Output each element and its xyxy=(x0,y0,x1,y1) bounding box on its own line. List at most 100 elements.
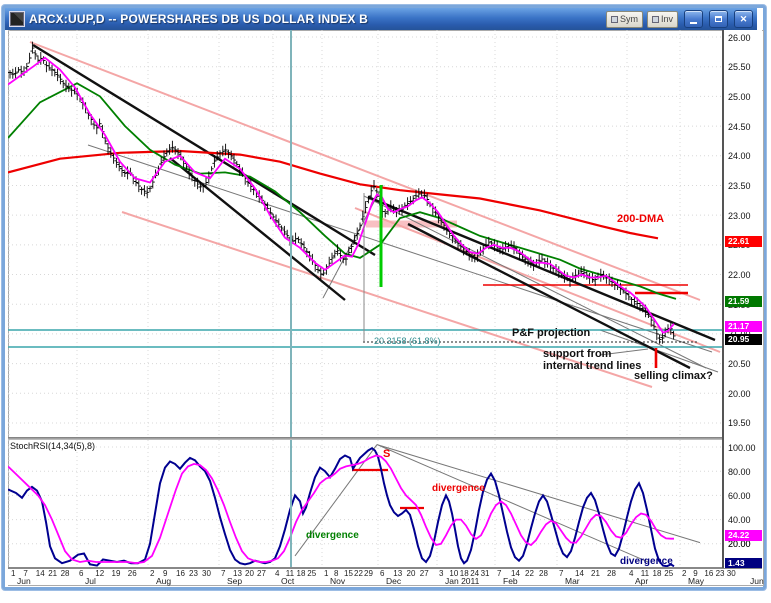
month-label: Oct xyxy=(281,576,294,586)
window-title: ARCX:UUP,D -- POWERSHARES DB US DOLLAR I… xyxy=(29,12,602,26)
date-tick: 25 xyxy=(664,569,673,578)
month-label: Feb xyxy=(503,576,518,586)
price-pill: 21.59 xyxy=(725,296,762,307)
date-tick: 28 xyxy=(539,569,548,578)
axis-tick-label: 20.50 xyxy=(728,359,751,369)
price-pill: 22.61 xyxy=(725,236,762,247)
date-tick: 27 xyxy=(420,569,429,578)
annotation-divergence: divergence xyxy=(306,531,359,542)
month-label: Jun xyxy=(750,576,764,586)
date-tick: 30 xyxy=(202,569,211,578)
month-label: Nov xyxy=(330,576,345,586)
price-pill: 24.22 xyxy=(725,530,762,541)
date-tick: 26 xyxy=(128,569,137,578)
month-label: Sep xyxy=(227,576,242,586)
axis-tick-label: 24.50 xyxy=(728,122,751,132)
date-tick: 7 xyxy=(559,569,563,578)
maximize-button[interactable] xyxy=(709,10,728,28)
month-label: May xyxy=(688,576,704,586)
minimize-icon xyxy=(690,22,697,24)
date-tick: 2 xyxy=(682,569,686,578)
date-tick: 19 xyxy=(112,569,121,578)
date-tick: 22 xyxy=(354,569,363,578)
annotation-s: S xyxy=(383,449,390,461)
inv-button-icon xyxy=(652,16,659,23)
date-tick: 16 xyxy=(176,569,185,578)
month-label: Jan 2011 xyxy=(445,576,479,586)
main-chart-svg[interactable] xyxy=(8,30,722,437)
month-label: Aug xyxy=(156,576,171,586)
axis-tick-label: 40.00 xyxy=(728,515,751,525)
date-tick: 7 xyxy=(497,569,501,578)
date-tick: 21 xyxy=(591,569,600,578)
axis-tick-label: 23.50 xyxy=(728,181,751,191)
inv-button-label: Inv xyxy=(661,14,673,24)
date-tick: 4 xyxy=(629,569,633,578)
app-root: ARCX:UUP,D -- POWERSHARES DB US DOLLAR I… xyxy=(0,0,771,603)
date-tick: 1 xyxy=(324,569,328,578)
date-tick: 23 xyxy=(716,569,725,578)
date-tick: 29 xyxy=(364,569,373,578)
sym-button-label: Sym xyxy=(620,14,638,24)
date-tick: 1 xyxy=(11,569,15,578)
axis-tick-label: 20.00 xyxy=(728,389,751,399)
date-tick: 3 xyxy=(439,569,443,578)
sym-button[interactable]: Sym xyxy=(606,11,643,28)
main-price-plot[interactable] xyxy=(8,30,722,437)
maximize-icon xyxy=(715,16,722,22)
month-label: Dec xyxy=(386,576,401,586)
window-chart-icon xyxy=(9,11,25,27)
price-axis: 26.0025.5025.0024.5024.0023.5023.0022.50… xyxy=(722,30,762,568)
date-tick: 18 xyxy=(653,569,662,578)
date-tick: 20 xyxy=(245,569,254,578)
stochrsi-plot[interactable] xyxy=(8,440,722,568)
date-tick: 4 xyxy=(275,569,279,578)
month-label: Apr xyxy=(635,576,648,586)
stochrsi-svg[interactable] xyxy=(8,440,722,568)
minimize-button[interactable] xyxy=(684,10,703,28)
indicator-label: StochRSI(14,34(5),8) xyxy=(10,442,95,451)
annotation-pf: P&F projection xyxy=(512,328,590,340)
axis-tick-label: 19.50 xyxy=(728,418,751,428)
price-pill: 20.95 xyxy=(725,334,762,345)
axis-tick-label: 23.00 xyxy=(728,211,751,221)
date-tick: 20 xyxy=(407,569,416,578)
axis-tick-label: 25.50 xyxy=(728,62,751,72)
annotation-203158: 20.3158 (61.8%) xyxy=(374,337,441,346)
date-tick: 21 xyxy=(48,569,57,578)
axis-tick-label: 22.00 xyxy=(728,270,751,280)
axis-tick-label: 25.00 xyxy=(728,92,751,102)
date-tick: 7 xyxy=(221,569,225,578)
month-label: Mar xyxy=(565,576,580,586)
date-tick: 23 xyxy=(189,569,198,578)
annotation-divergence: divergence xyxy=(432,484,485,495)
date-tick: 14 xyxy=(36,569,45,578)
date-tick: 6 xyxy=(79,569,83,578)
axis-tick-label: 60.00 xyxy=(728,491,751,501)
date-tick: 25 xyxy=(307,569,316,578)
axis-tick-label: 26.00 xyxy=(728,33,751,43)
annotation-selling: selling climax? xyxy=(634,371,713,383)
date-tick: 15 xyxy=(344,569,353,578)
date-tick: 30 xyxy=(727,569,736,578)
sym-button-icon xyxy=(611,16,618,23)
date-tick: 27 xyxy=(257,569,266,578)
date-tick: 18 xyxy=(297,569,306,578)
price-pill: 21.17 xyxy=(725,321,762,332)
date-tick: 28 xyxy=(61,569,70,578)
axis-tick-label: 24.00 xyxy=(728,151,751,161)
inv-button[interactable]: Inv xyxy=(647,11,678,28)
date-tick: 28 xyxy=(607,569,616,578)
title-bar[interactable]: ARCX:UUP,D -- POWERSHARES DB US DOLLAR I… xyxy=(5,8,757,30)
month-label: Jun xyxy=(17,576,31,586)
date-axis: 17142128Jun6121926Jul29162330Aug7132027S… xyxy=(8,568,762,585)
close-icon: ✕ xyxy=(740,14,748,25)
close-button[interactable]: ✕ xyxy=(734,10,753,28)
date-tick: 16 xyxy=(704,569,713,578)
month-label: Jul xyxy=(85,576,96,586)
date-tick: 22 xyxy=(525,569,534,578)
date-tick: 6 xyxy=(380,569,384,578)
annotation-support: support from internal trend lines xyxy=(543,349,641,372)
date-tick: 2 xyxy=(150,569,154,578)
axis-tick-label: 100.00 xyxy=(728,443,756,453)
